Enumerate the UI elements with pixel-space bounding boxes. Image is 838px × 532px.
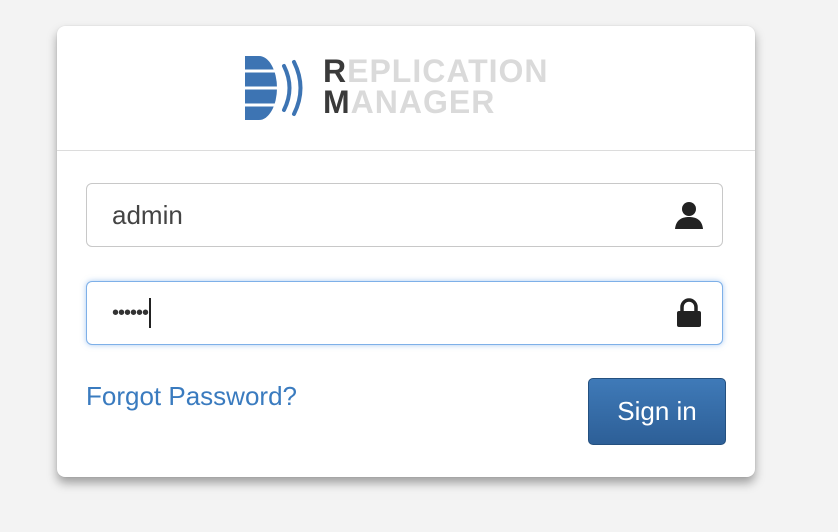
- sign-in-button[interactable]: Sign in: [588, 378, 726, 445]
- password-value[interactable]: ••••••: [112, 282, 152, 344]
- logo-line-2: MANAGER: [323, 84, 549, 120]
- logo-initial-m: M: [323, 84, 351, 120]
- lock-icon: [677, 298, 701, 327]
- user-icon: [675, 202, 703, 229]
- database-signal-icon: [245, 56, 303, 120]
- replication-manager-logo: REPLICATION MANAGER: [245, 55, 575, 120]
- password-mask: ••••••: [112, 302, 149, 324]
- logo-line-1: REPLICATION: [323, 55, 549, 87]
- forgot-password-link[interactable]: Forgot Password?: [86, 381, 297, 412]
- login-card: REPLICATION MANAGER admin •••••• Forgot …: [57, 26, 755, 477]
- logo-text: REPLICATION MANAGER: [323, 55, 549, 120]
- password-field[interactable]: ••••••: [86, 281, 723, 345]
- logo-word-anager: ANAGER: [350, 84, 496, 120]
- username-value[interactable]: admin: [112, 184, 183, 246]
- username-field[interactable]: admin: [86, 183, 723, 247]
- card-header: REPLICATION MANAGER: [57, 26, 755, 151]
- text-caret: [149, 297, 152, 328]
